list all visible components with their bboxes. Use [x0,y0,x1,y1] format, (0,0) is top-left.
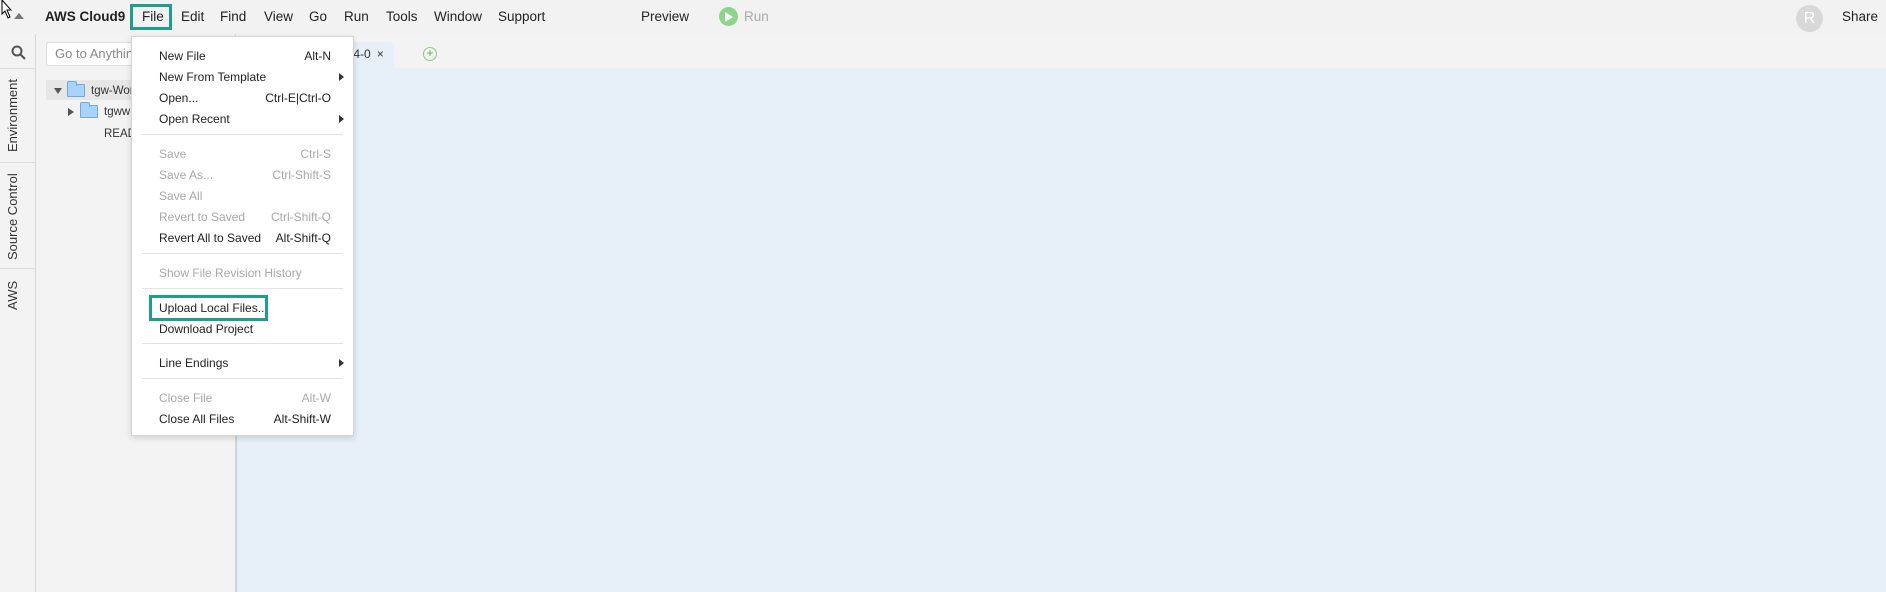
menu-item-save-as[interactable]: Save As... Ctrl-Shift-S [132,164,353,185]
menu-view[interactable]: View [264,9,293,24]
menu-bar: AWS Cloud9 File Edit Find View Go Run To… [0,0,1886,34]
side-panel-tabs: Environment Source Control AWS [0,34,36,592]
file-menu-dropdown: New File Alt-N New From Template Open...… [131,36,354,436]
collapse-caret-icon[interactable] [68,107,74,116]
tree-item-label: tgw-Wor [91,84,134,97]
menu-item-shortcut: Ctrl-S [300,146,331,161]
menu-item-line-endings[interactable]: Line Endings [132,352,353,373]
menu-item-label: Save All [159,188,203,203]
menu-item-label: Open... [159,90,199,105]
folder-icon [80,102,98,118]
hand-cursor-icon [1,0,13,19]
submenu-arrow-icon [339,73,344,81]
menu-divider [142,378,343,379]
aws-cloud9-menu[interactable]: AWS Cloud9 [45,9,125,24]
menu-divider [142,134,343,135]
menu-find[interactable]: Find [220,9,246,24]
menu-item-save[interactable]: Save Ctrl-S [132,143,353,164]
menu-item-label: Close File [159,390,213,405]
folder-icon [67,81,85,97]
upload-local-files-highlight [149,295,268,321]
menu-item-save-all[interactable]: Save All [132,185,353,206]
add-tab-icon[interactable]: + [423,47,437,61]
expand-caret-icon[interactable] [54,87,62,94]
menu-edit[interactable]: Edit [181,9,204,24]
menu-item-revert-to-saved[interactable]: Revert to Saved Ctrl-Shift-Q [132,206,353,227]
collapse-caret-icon[interactable] [14,13,24,19]
menu-item-label: Close All Files [159,411,235,426]
menu-item-label: Show File Revision History [159,265,302,280]
menu-support[interactable]: Support [498,9,545,24]
menu-item-label: Save [159,146,187,161]
menu-item-open-recent[interactable]: Open Recent [132,108,353,129]
menu-item-shortcut: Ctrl-Shift-Q [271,209,331,224]
share-button[interactable]: Share [1842,9,1878,24]
menu-item-label: Open Recent [159,111,230,126]
menu-item-label: New File [159,48,206,63]
menu-item-close-all-files[interactable]: Close All Files Alt-Shift-W [132,408,353,429]
menu-item-new-file[interactable]: New File Alt-N [132,45,353,66]
menu-item-label: Revert All to Saved [159,230,262,245]
submenu-arrow-icon [339,115,344,123]
menu-item-label: Save As... [159,167,214,182]
file-menu-highlight [130,4,172,30]
menu-item-label: New From Template [159,69,267,84]
tree-item-label: tgww [104,105,131,118]
submenu-arrow-icon [339,359,344,367]
tree-item-folder[interactable]: tgww [68,102,131,118]
menu-run[interactable]: Run [344,9,369,24]
menu-item-new-from-template[interactable]: New From Template [132,66,353,87]
search-icon[interactable] [11,45,26,60]
tab-source-control[interactable]: Source Control [5,173,20,260]
menu-divider [142,253,343,254]
menu-item-shortcut: Alt-N [304,48,331,63]
menu-item-show-file-revision-history[interactable]: Show File Revision History [132,262,353,283]
menu-item-label: Revert to Saved [159,209,246,224]
tab-environment[interactable]: Environment [5,79,20,152]
menu-tools[interactable]: Tools [386,9,418,24]
menu-item-shortcut: Alt-Shift-Q [275,230,331,245]
menu-divider [142,343,343,344]
run-label: Run [744,9,769,24]
run-button[interactable]: Run [719,7,769,26]
menu-item-shortcut: Ctrl-E|Ctrl-O [265,90,331,105]
menu-item-open[interactable]: Open... Ctrl-E|Ctrl-O [132,87,353,108]
avatar[interactable]: R [1796,5,1823,32]
menu-item-label: Line Endings [159,355,229,370]
menu-go[interactable]: Go [309,9,327,24]
tree-item-root[interactable]: tgw-Wor [54,81,134,97]
menu-item-shortcut: Alt-Shift-W [273,411,331,426]
tab-aws[interactable]: AWS [5,281,20,310]
menu-divider [142,288,343,289]
editor-tab-strip: 10-4-0 × + [236,34,1886,68]
preview-button[interactable]: Preview [641,9,689,24]
menu-item-revert-all-to-saved[interactable]: Revert All to Saved Alt-Shift-Q [132,227,353,248]
menu-item-shortcut: Ctrl-Shift-S [272,167,331,182]
menu-item-download-project[interactable]: Download Project [132,318,353,339]
terminal-area[interactable]: onment $ [236,68,1886,592]
run-play-icon [719,7,738,26]
menu-item-shortcut: Alt-W [301,390,331,405]
close-icon[interactable]: × [377,47,384,68]
menu-item-close-file[interactable]: Close File Alt-W [132,387,353,408]
menu-window[interactable]: Window [434,9,482,24]
menu-item-label: Download Project [159,321,254,336]
